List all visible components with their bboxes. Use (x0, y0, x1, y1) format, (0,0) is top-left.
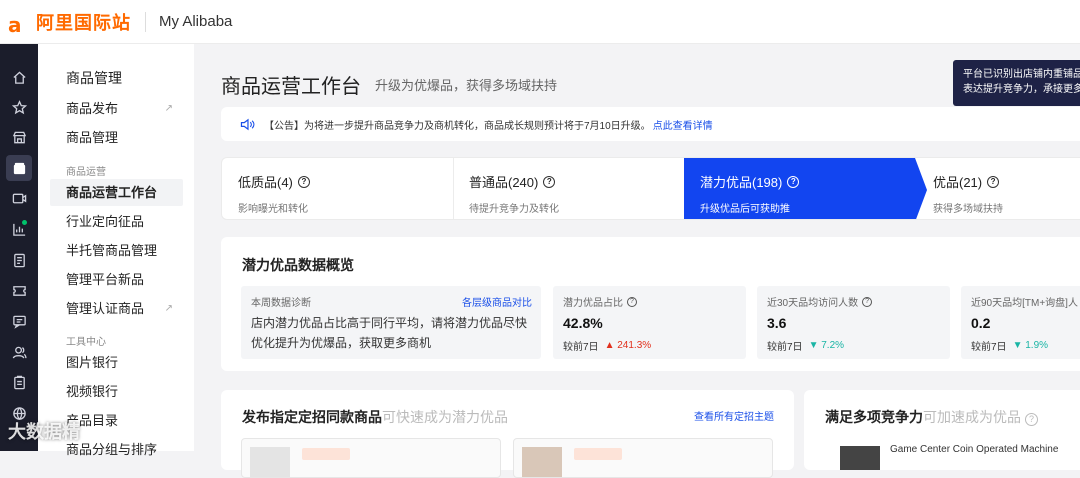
notification-dot (22, 220, 27, 225)
sidebar-item-product-publish[interactable]: 商品发布 ↗ (50, 95, 183, 122)
panel-title: 满足多项竞争力可加速成为优品? (825, 407, 1038, 427)
tab-quality[interactable]: 优品(21)? 获得多场域扶持 (917, 158, 1080, 219)
change-up: ▲ 241.3% (604, 340, 652, 351)
announcement-text: 【公告】为将进一步提升商品竞争力及商机转化，商品成长规则预计将于7月10日升级。 (264, 120, 651, 132)
product-thumbnail (840, 446, 880, 470)
external-link-icon: ↗ (164, 103, 173, 114)
metric-card: 潜力优品占比? 42.8% 较前7日 ▲ 241.3% (553, 286, 746, 359)
metric-value: 3.6 (767, 315, 787, 331)
page-title: 商品运营工作台 (221, 76, 361, 98)
metric-value: 0.2 (971, 315, 991, 331)
tab-potential[interactable]: 潜力优品(198)? 升级优品后可获助推 (684, 158, 927, 219)
divider (145, 11, 146, 32)
help-icon[interactable]: ? (1025, 413, 1038, 426)
help-icon[interactable]: ? (987, 175, 1000, 188)
sidebar: 商品管理 商品发布 ↗ 商品管理 商品运营 商品运营工作台 行业定向征品 半托管商… (38, 44, 194, 457)
tab-low-quality[interactable]: 低质品(4)? 影响曝光和转化 (222, 158, 453, 219)
product-thumbnail (522, 447, 562, 477)
announcement-bar: 【公告】为将进一步提升商品竞争力及商机转化，商品成长规则预计将于7月10日升级。… (221, 107, 1080, 141)
change-down: ▼ 1.9% (1012, 340, 1049, 351)
product-card[interactable]: Game Center Coin Operated Machine (832, 438, 1080, 478)
sidebar-item-industry[interactable]: 行业定向征品 (50, 208, 183, 235)
product-name: Game Center Coin Operated Machine (890, 444, 1059, 455)
diagnosis-text: 店内潜力优品占比高于同行平均，请将潜力优品尽快优化提升为优爆品，获取更多商机 (251, 316, 528, 350)
metric-value: 42.8% (563, 315, 603, 331)
sidebar-item-new-products[interactable]: 管理平台新品 (50, 266, 183, 293)
star-icon[interactable] (6, 94, 32, 120)
announcement-link[interactable]: 点此查看详情 (653, 117, 713, 132)
product-tier-tabs: 低质品(4)? 影响曝光和转化 普通品(240)? 待提升竞争力及转化 潜力优品… (221, 157, 1080, 220)
clipboard-icon[interactable] (6, 369, 32, 395)
sidebar-item-workbench[interactable]: 商品运营工作台 (50, 179, 183, 206)
package-icon[interactable] (6, 155, 32, 181)
video-icon[interactable] (6, 185, 32, 211)
icon-nav-bar (0, 44, 38, 451)
message-icon[interactable] (6, 308, 32, 334)
watermark: 大数据精 (8, 422, 80, 442)
alibaba-logo[interactable]: a 阿里国际站 (8, 9, 131, 37)
product-card[interactable] (513, 438, 773, 478)
publish-panel: 发布指定定招同款商品可快速成为潜力优品 查看所有定招主题 (221, 390, 794, 478)
sidebar-item-image-bank[interactable]: 图片银行 (50, 349, 183, 376)
help-icon[interactable]: ? (627, 296, 637, 307)
overview-title: 潜力优品数据概览 (242, 257, 354, 273)
competitiveness-panel: 满足多项竞争力可加速成为优品? Game Center Coin Operate… (804, 390, 1080, 470)
app-title[interactable]: My Alibaba (159, 13, 232, 30)
compare-link[interactable]: 各层级商品对比 (462, 294, 532, 309)
diagnosis-card: 本周数据诊断 各层级商品对比 店内潜力优品占比高于同行平均，请将潜力优品尽快优化… (241, 286, 541, 359)
users-icon[interactable] (6, 339, 32, 365)
metric-card: 近30天品均访问人数? 3.6 较前7日 ▼ 7.2% (757, 286, 950, 359)
speaker-icon (240, 118, 255, 130)
page-subtitle: 升级为优爆品，获得多场域扶持 (375, 78, 558, 93)
diagnosis-label: 本周数据诊断 (251, 298, 311, 309)
view-all-link[interactable]: 查看所有定招主题 (694, 408, 774, 423)
overview-panel: 潜力优品数据概览 本周数据诊断 各层级商品对比 店内潜力优品占比高于同行平均，请… (221, 237, 1080, 371)
alibaba-logo-mark: a (8, 12, 22, 37)
tab-normal[interactable]: 普通品(240)? 待提升竞争力及转化 (453, 158, 684, 219)
report-icon[interactable] (6, 247, 32, 273)
sidebar-group-label: 商品运营 (66, 167, 106, 178)
sidebar-header: 商品管理 (66, 70, 122, 86)
home-icon[interactable] (6, 64, 32, 90)
external-link-icon: ↗ (164, 303, 173, 314)
logo-text: 阿里国际站 (36, 12, 131, 33)
chart-icon[interactable] (6, 216, 32, 242)
top-bar: a 阿里国际站 My Alibaba (0, 0, 1080, 44)
sidebar-item-certified[interactable]: 管理认证商品 ↗ (50, 295, 183, 322)
product-tag (302, 448, 350, 460)
change-down: ▼ 7.2% (808, 340, 845, 351)
sidebar-group-label: 工具中心 (66, 337, 106, 348)
help-icon[interactable]: ? (862, 296, 873, 307)
tooltip: 平台已识别出店铺内重铺品 表达提升竞争力，承接更多 (953, 60, 1080, 106)
sidebar-item-video-bank[interactable]: 视频银行 (50, 378, 183, 405)
store-icon[interactable] (6, 124, 32, 150)
help-icon[interactable]: ? (787, 175, 800, 188)
product-thumbnail (250, 447, 290, 477)
metric-card: 近90天品均[TM+询盘]人 0.2 较前7日 ▼ 1.9% (961, 286, 1080, 359)
product-card[interactable] (241, 438, 501, 478)
product-tag (574, 448, 622, 460)
panel-title: 发布指定定招同款商品可快速成为潜力优品 (242, 409, 508, 425)
main-content: 商品运营工作台 升级为优爆品，获得多场域扶持 【公告】为将进一步提升商品竞争力及… (194, 44, 1080, 478)
sidebar-item-semi-managed[interactable]: 半托管商品管理 (50, 237, 183, 264)
sidebar-item-product-manage[interactable]: 商品管理 (50, 124, 183, 151)
help-icon[interactable]: ? (297, 175, 310, 188)
ticket-icon[interactable] (6, 277, 32, 303)
help-icon[interactable]: ? (543, 175, 556, 188)
